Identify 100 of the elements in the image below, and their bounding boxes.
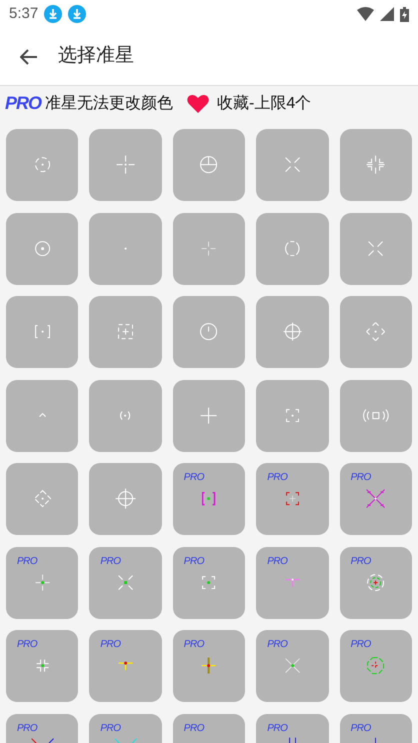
- crosshair-tile[interactable]: PRO: [89, 714, 162, 743]
- pro-label: PRO: [17, 640, 38, 650]
- crosshair-icon: [118, 574, 134, 590]
- screen-title: 选择准星: [58, 44, 134, 68]
- crosshair-icon: [34, 240, 50, 256]
- crosshair-icon: [118, 661, 134, 671]
- crosshair-tile[interactable]: PRO: [340, 546, 412, 618]
- crosshair-tile[interactable]: [340, 380, 412, 452]
- crosshair-icon: [124, 246, 128, 250]
- pro-label: PRO: [350, 724, 371, 734]
- pro-label: PRO: [5, 92, 42, 115]
- crosshair-tile[interactable]: [340, 129, 412, 201]
- crosshair-tile[interactable]: PRO: [172, 714, 246, 743]
- signal-icon: [380, 7, 394, 21]
- crosshair-icon: [368, 240, 384, 256]
- heart-icon: [187, 94, 210, 113]
- crosshair-tile[interactable]: [340, 212, 412, 284]
- crosshair-tile[interactable]: PRO: [89, 546, 162, 618]
- crosshair-tile[interactable]: PRO: [340, 714, 412, 743]
- crosshair-tile[interactable]: [256, 129, 329, 201]
- crosshair-tile[interactable]: [256, 380, 329, 452]
- battery-icon: [400, 6, 409, 22]
- crosshair-tile[interactable]: [89, 380, 162, 452]
- crosshair-tile[interactable]: [340, 296, 412, 368]
- crosshair-icon: [282, 322, 302, 342]
- crosshair-tile[interactable]: PRO: [340, 463, 412, 535]
- favorite-limit-text: 收藏-上限4个: [217, 94, 312, 114]
- crosshair-tile[interactable]: PRO: [6, 630, 78, 702]
- crosshair-icon: [285, 240, 300, 256]
- crosshair-tile[interactable]: [89, 296, 162, 368]
- crosshair-icon: [286, 492, 299, 506]
- crosshair-tile[interactable]: [6, 129, 78, 201]
- pro-label: PRO: [350, 556, 371, 566]
- pro-label: PRO: [350, 640, 371, 650]
- pro-label: PRO: [267, 473, 288, 483]
- crosshair-tile[interactable]: PRO: [89, 630, 162, 702]
- pro-label: PRO: [267, 640, 288, 650]
- crosshair-tile[interactable]: [6, 212, 78, 284]
- crosshair-icon: [284, 578, 300, 588]
- crosshair-tile[interactable]: [172, 129, 246, 201]
- crosshair-tile[interactable]: PRO: [256, 463, 329, 535]
- crosshair-icon: [366, 155, 386, 175]
- crosshair-icon: [367, 657, 384, 675]
- crosshair-tile[interactable]: [172, 380, 246, 452]
- notice-text: 准星无法更改颜色: [45, 94, 174, 114]
- crosshair-icon: [36, 659, 49, 673]
- crosshair-tile[interactable]: [172, 296, 246, 368]
- crosshair-icon: [118, 324, 134, 340]
- pro-label: PRO: [267, 724, 288, 734]
- crosshair-tile[interactable]: PRO: [172, 463, 246, 535]
- wifi-icon: [357, 7, 374, 21]
- crosshair-tile[interactable]: PRO: [6, 714, 78, 743]
- crosshair-tile[interactable]: PRO: [172, 546, 246, 618]
- crosshair-icon: [362, 408, 389, 422]
- crosshair-icon: [284, 157, 300, 173]
- crosshair-icon: [284, 658, 300, 674]
- pro-label: PRO: [100, 640, 121, 650]
- crosshair-icon: [202, 492, 216, 506]
- crosshair-tile[interactable]: [172, 212, 246, 284]
- crosshair-tile[interactable]: PRO: [256, 714, 329, 743]
- crosshair-tile[interactable]: [6, 463, 78, 535]
- download-icon: [44, 5, 62, 23]
- crosshair-tile[interactable]: [6, 380, 78, 452]
- download-icon: [68, 5, 86, 23]
- crosshair-icon: [201, 657, 217, 675]
- pro-label: PRO: [17, 556, 38, 566]
- crosshair-tile[interactable]: [89, 212, 162, 284]
- status-time: 5:37: [9, 4, 38, 24]
- crosshair-tile[interactable]: [6, 296, 78, 368]
- pro-label: PRO: [184, 556, 204, 566]
- back-arrow-icon: [20, 48, 38, 64]
- crosshair-icon: [34, 157, 50, 173]
- pro-label: PRO: [184, 640, 204, 650]
- pro-label: PRO: [267, 556, 288, 566]
- crosshair-icon: [202, 576, 216, 590]
- pro-label: PRO: [184, 473, 204, 483]
- crosshair-icon: [34, 574, 50, 592]
- crosshair-icon: [367, 574, 384, 592]
- crosshair-tile[interactable]: PRO: [256, 546, 329, 618]
- crosshair-tile[interactable]: PRO: [340, 630, 412, 702]
- crosshair-tile[interactable]: [89, 463, 162, 535]
- crosshair-tile[interactable]: [89, 129, 162, 201]
- crosshair-icon: [200, 156, 218, 174]
- crosshair-tile[interactable]: [256, 212, 329, 284]
- crosshair-icon: [38, 413, 46, 418]
- crosshair-tile[interactable]: PRO: [256, 630, 329, 702]
- crosshair-icon: [200, 406, 218, 424]
- pro-label: PRO: [350, 473, 371, 483]
- pro-label: PRO: [100, 556, 121, 566]
- crosshair-tile[interactable]: [256, 296, 329, 368]
- crosshair-icon: [116, 155, 136, 175]
- pro-label: PRO: [184, 724, 204, 734]
- pro-label: PRO: [17, 724, 38, 734]
- crosshair-icon: [200, 323, 218, 341]
- crosshair-icon: [366, 322, 386, 342]
- crosshair-icon: [34, 325, 50, 339]
- crosshair-icon: [201, 240, 217, 256]
- crosshair-tile[interactable]: PRO: [172, 630, 246, 702]
- crosshair-icon: [366, 489, 386, 509]
- crosshair-tile[interactable]: PRO: [6, 546, 78, 618]
